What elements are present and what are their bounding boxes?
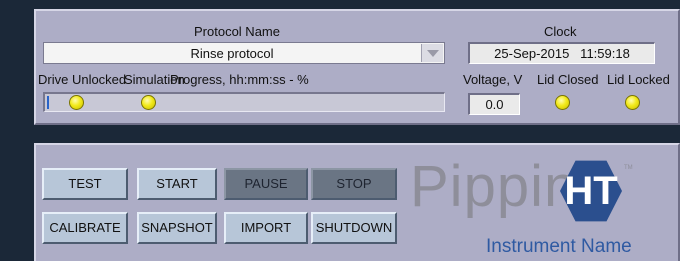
drive-unlocked-label: Drive Unlocked	[38, 72, 127, 87]
calibrate-button[interactable]: CALIBRATE	[42, 212, 128, 244]
voltage-label: Voltage, V	[463, 72, 523, 87]
import-button[interactable]: IMPORT	[224, 212, 308, 244]
pippin-logo-text: Pippin	[410, 154, 578, 219]
voltage-display: 0.0	[468, 93, 520, 115]
lid-closed-label: Lid Closed	[537, 72, 599, 87]
simulation-led	[141, 95, 156, 110]
chevron-down-icon[interactable]	[421, 44, 443, 62]
lid-closed-led	[555, 95, 570, 110]
instrument-name-label: Instrument Name	[486, 236, 632, 257]
progress-label: Progress, hh:mm:ss - %	[170, 72, 309, 87]
shutdown-button[interactable]: SHUTDOWN	[311, 212, 397, 244]
ht-badge-text: HT	[564, 169, 618, 213]
stop-button[interactable]: STOP	[311, 168, 397, 200]
protocol-name-label: Protocol Name	[194, 24, 280, 39]
snapshot-button[interactable]: SNAPSHOT	[137, 212, 217, 244]
progress-fill	[47, 96, 49, 109]
protocol-select[interactable]: Rinse protocol	[43, 42, 445, 64]
start-button[interactable]: START	[137, 168, 217, 200]
test-button[interactable]: TEST	[42, 168, 128, 200]
pause-button[interactable]: PAUSE	[224, 168, 308, 200]
drive-unlocked-led	[69, 95, 84, 110]
clock-display: 25-Sep-2015 11:59:18	[468, 42, 655, 64]
progress-bar	[43, 92, 445, 112]
protocol-select-value: Rinse protocol	[190, 46, 274, 61]
clock-label: Clock	[544, 24, 577, 39]
lid-locked-label: Lid Locked	[607, 72, 670, 87]
lid-locked-led	[625, 95, 640, 110]
trademark-mark: TM	[624, 165, 633, 171]
